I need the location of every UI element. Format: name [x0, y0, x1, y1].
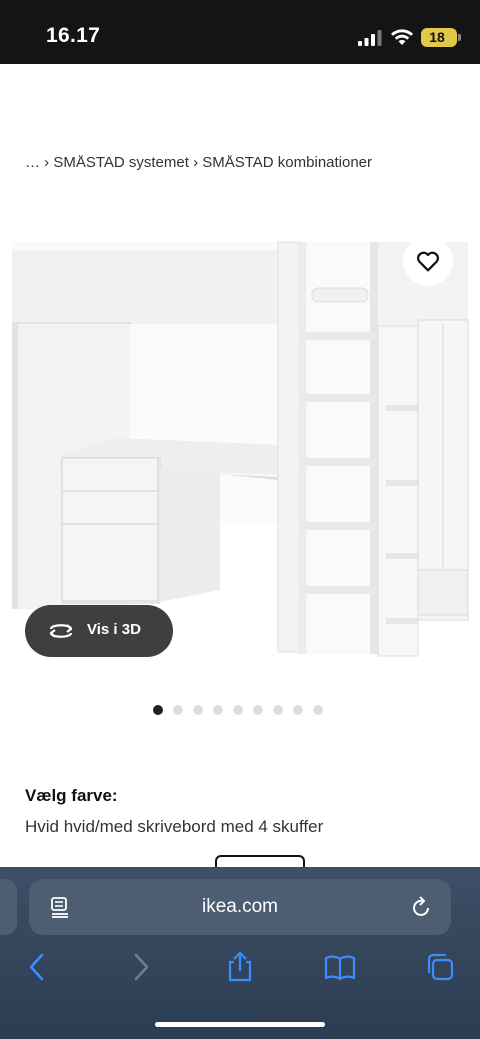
carousel-dot[interactable]: [193, 705, 203, 715]
share-icon[interactable]: [224, 951, 256, 983]
forward-icon[interactable]: [124, 951, 156, 983]
battery-level: 18: [429, 29, 445, 45]
browser-toolbar: ikea.com: [0, 867, 480, 1039]
status-time: 16.17: [46, 24, 101, 47]
carousel-dot[interactable]: [273, 705, 283, 715]
home-indicator: [155, 1022, 325, 1027]
basket-icon[interactable]: [376, 102, 404, 130]
color-label: Vælg farve:: [25, 786, 118, 805]
tabs-icon[interactable]: [424, 951, 456, 983]
carousel-dot[interactable]: [313, 705, 323, 715]
breadcrumb[interactable]: … › SMÅSTAD systemet › SMÅSTAD kombinati…: [25, 154, 372, 171]
logo-text: IKEA: [49, 101, 116, 129]
previous-tab-peek[interactable]: [0, 879, 17, 935]
ikea-logo[interactable]: IKEA: [25, 92, 140, 139]
carousel-dot[interactable]: [253, 705, 263, 715]
bookmarks-icon[interactable]: [324, 951, 356, 983]
carousel-dots: [153, 705, 323, 715]
heart-icon: [417, 251, 439, 272]
battery-cap: [458, 34, 461, 41]
reload-icon[interactable]: [411, 895, 433, 919]
carousel-dot[interactable]: [153, 705, 163, 715]
menu-icon[interactable]: [428, 102, 456, 130]
status-bar: 16.17 18: [0, 0, 480, 64]
url-text: ikea.com: [201, 896, 279, 917]
address-bar[interactable]: ikea.com: [29, 879, 451, 935]
rotate-3d-icon: [49, 624, 73, 638]
view-in-3d-label: Vis i 3D: [87, 621, 141, 638]
back-icon[interactable]: [22, 951, 54, 983]
cellular-signal-icon: [358, 30, 382, 46]
color-value: Hvid hvid/med skrivebord med 4 skuffer: [25, 817, 324, 836]
favourite-button[interactable]: [403, 236, 453, 286]
site-header: IKEA: [0, 64, 480, 164]
heart-icon[interactable]: [325, 102, 353, 130]
search-icon[interactable]: [222, 102, 250, 130]
view-in-3d-button[interactable]: Vis i 3D: [25, 605, 173, 657]
battery-indicator: 18: [421, 28, 457, 47]
carousel-dot[interactable]: [233, 705, 243, 715]
carousel-dot[interactable]: [173, 705, 183, 715]
carousel-dot[interactable]: [213, 705, 223, 715]
account-icon[interactable]: [274, 102, 302, 130]
carousel-dot[interactable]: [293, 705, 303, 715]
wifi-icon: [391, 29, 413, 45]
